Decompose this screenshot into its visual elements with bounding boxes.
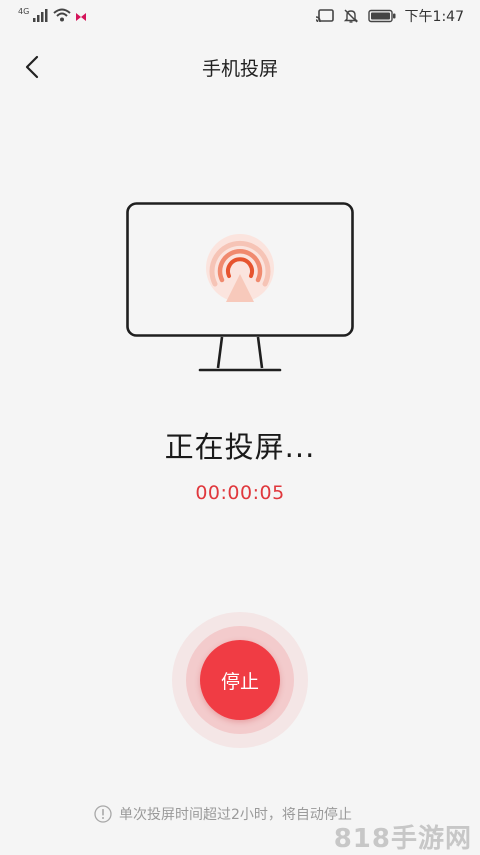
casting-status-text: 正在投屏... — [164, 430, 316, 464]
cast-icon — [315, 9, 334, 23]
cast-signal-icon — [206, 234, 274, 302]
stop-button[interactable]: 停止 — [200, 640, 280, 720]
auto-stop-notice: 单次投屏时间超过2小时，将自动停止 — [94, 804, 352, 824]
network-type-label: 4G — [18, 7, 30, 16]
clock-time: 下午1:47 — [404, 9, 464, 25]
mute-bell-icon — [343, 9, 358, 23]
stop-button-container: 停止 — [172, 612, 308, 748]
screen-cast-illustration — [126, 202, 354, 372]
app-notification-icon — [76, 13, 87, 21]
battery-icon — [367, 9, 396, 23]
status-bar-left: 4G — [18, 7, 87, 22]
status-bar-right: 下午1:47 — [315, 6, 464, 26]
monitor-illustration — [126, 202, 354, 374]
status-bar: 4G 下午1:47 — [0, 0, 480, 32]
wifi-icon — [53, 8, 71, 22]
exclamation-circle-icon — [94, 805, 112, 823]
watermark-logo: 818手游网 — [333, 824, 472, 854]
page-title: 手机投屏 — [201, 58, 278, 80]
elapsed-timer: 00:00:05 — [195, 482, 285, 504]
auto-stop-notice-text: 单次投屏时间超过2小时，将自动停止 — [119, 807, 352, 823]
nav-bar: 手机投屏 — [0, 40, 480, 92]
signal-icon — [33, 9, 48, 22]
